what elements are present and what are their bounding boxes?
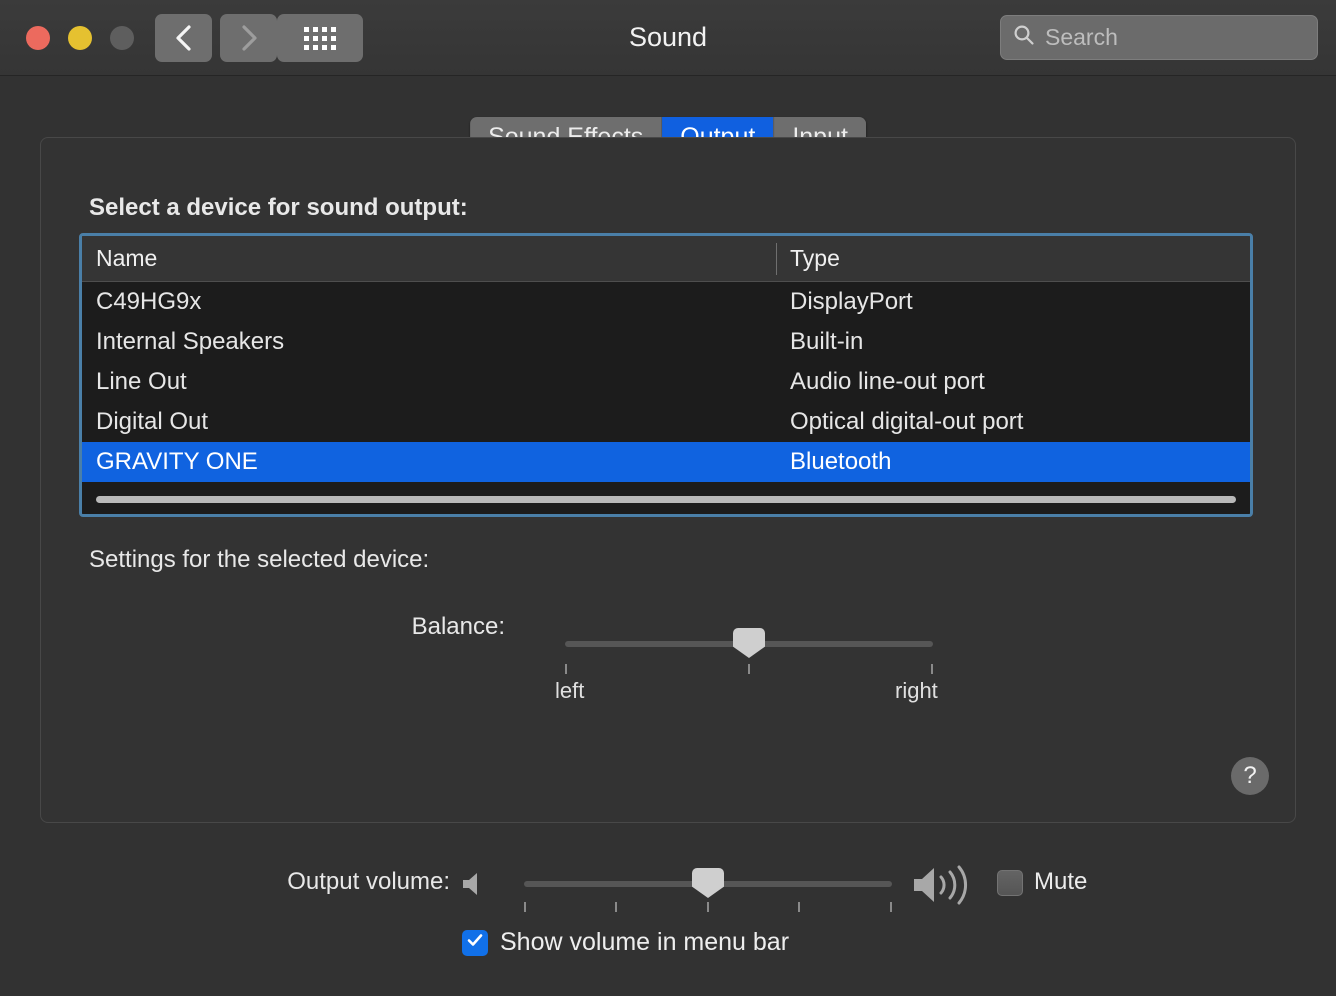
search-field[interactable]: Search xyxy=(1000,15,1318,60)
search-icon xyxy=(1013,24,1035,51)
column-header-name[interactable]: Name xyxy=(82,245,776,272)
device-name: Line Out xyxy=(96,368,187,395)
device-type: Bluetooth xyxy=(790,448,892,475)
window-titlebar: Sound Search xyxy=(0,0,1336,76)
device-type: Audio line-out port xyxy=(790,368,985,395)
output-volume-row: Output volume: xyxy=(0,860,1336,913)
balance-left-label: left xyxy=(555,678,585,703)
settings-for-device-label: Settings for the selected device: xyxy=(89,546,430,573)
column-header-type[interactable]: Type xyxy=(776,245,1250,272)
balance-slider[interactable]: left right xyxy=(555,628,938,708)
scrollbar-thumb[interactable] xyxy=(96,495,1236,503)
show-volume-label: Show volume in menu bar xyxy=(500,928,790,956)
output-volume-slider[interactable] xyxy=(524,868,892,913)
show-volume-row[interactable]: Show volume in menu bar xyxy=(462,928,789,957)
column-divider[interactable] xyxy=(776,243,777,275)
table-body: C49HG9x DisplayPort Internal Speakers Bu… xyxy=(82,282,1250,482)
table-row[interactable]: C49HG9x DisplayPort xyxy=(82,282,1250,322)
device-name: Digital Out xyxy=(96,408,209,435)
device-type: Built-in xyxy=(790,328,864,355)
device-name: C49HG9x xyxy=(96,288,202,315)
device-table[interactable]: Name Type C49HG9x DisplayPort Internal S… xyxy=(79,233,1253,517)
checkmark-icon xyxy=(466,931,484,954)
table-row[interactable]: Line Out Audio line-out port xyxy=(82,362,1250,402)
device-name: GRAVITY ONE xyxy=(96,448,258,475)
balance-row: Balance: left right xyxy=(41,608,1295,703)
output-volume-label: Output volume: xyxy=(287,868,450,895)
balance-slider-thumb[interactable] xyxy=(733,628,765,658)
table-row[interactable]: Internal Speakers Built-in xyxy=(82,322,1250,362)
select-device-label: Select a device for sound output: xyxy=(89,194,468,221)
mute-checkbox[interactable] xyxy=(997,870,1023,896)
search-input[interactable]: Search xyxy=(1045,24,1118,51)
table-row[interactable]: Digital Out Optical digital-out port xyxy=(82,402,1250,442)
table-header: Name Type xyxy=(82,236,1250,282)
device-type: Optical digital-out port xyxy=(790,408,1024,435)
output-panel: Select a device for sound output: Name T… xyxy=(40,137,1296,823)
device-name: Internal Speakers xyxy=(96,328,285,355)
mute-label[interactable]: Mute xyxy=(1034,868,1087,896)
volume-slider-thumb[interactable] xyxy=(692,868,724,898)
show-volume-checkbox[interactable] xyxy=(462,929,488,956)
speaker-low-icon xyxy=(459,870,487,903)
help-button[interactable]: ? xyxy=(1231,757,1269,795)
balance-right-label: right xyxy=(895,678,938,703)
speaker-high-icon xyxy=(910,864,980,911)
sound-preferences-window: Sound Search Sound Effects Output Input … xyxy=(0,0,1336,996)
device-type: DisplayPort xyxy=(790,288,913,315)
horizontal-scrollbar[interactable] xyxy=(82,482,1250,514)
table-row-selected[interactable]: GRAVITY ONE Bluetooth xyxy=(82,442,1250,482)
balance-label: Balance: xyxy=(411,613,505,640)
